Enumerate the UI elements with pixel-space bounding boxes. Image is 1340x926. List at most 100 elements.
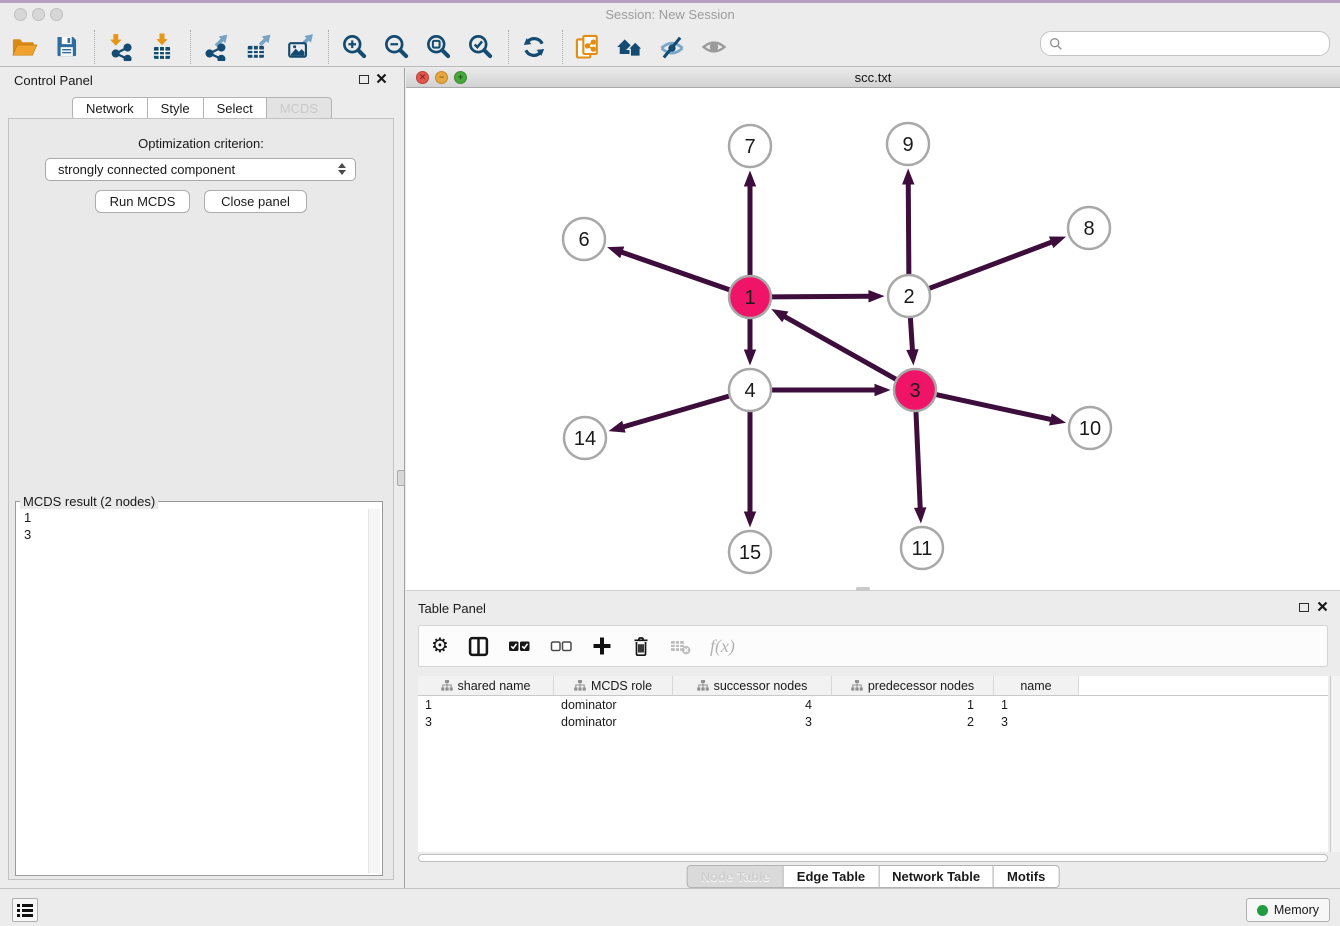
table-cell[interactable]: 1 bbox=[832, 698, 994, 712]
column-header-shared-name[interactable]: shared name bbox=[418, 676, 554, 695]
table-vertical-scrollbar[interactable] bbox=[1330, 676, 1340, 852]
tab-style[interactable]: Style bbox=[147, 97, 204, 120]
close-window-button[interactable] bbox=[14, 8, 27, 21]
edge-3-1[interactable] bbox=[784, 316, 896, 379]
run-mcds-button[interactable]: Run MCDS bbox=[95, 190, 190, 213]
network-canvas[interactable]: 7 9 6 8 1 2 4 3 14 10 15 11 bbox=[406, 88, 1340, 591]
export-network-button[interactable] bbox=[200, 31, 232, 63]
table-options-gear-icon[interactable]: ⚙ bbox=[431, 636, 449, 656]
table-cell[interactable]: 3 bbox=[418, 715, 554, 729]
column-header-predecessor-nodes[interactable]: predecessor nodes bbox=[832, 676, 994, 695]
result-scrollbar[interactable] bbox=[368, 509, 380, 873]
tab-network-table[interactable]: Network Table bbox=[878, 865, 994, 888]
show-column-panel-icon[interactable] bbox=[468, 636, 489, 657]
home-network-button[interactable] bbox=[614, 31, 646, 63]
select-all-checkboxes-icon[interactable] bbox=[508, 638, 531, 654]
table-cell[interactable]: 4 bbox=[673, 698, 832, 712]
graph-node-10[interactable]: 10 bbox=[1069, 407, 1111, 449]
edge-1-2[interactable] bbox=[771, 296, 869, 297]
table-horizontal-scrollbar[interactable] bbox=[418, 854, 1328, 862]
duplicate-network-button[interactable] bbox=[572, 31, 604, 63]
zoom-window-button[interactable] bbox=[50, 8, 63, 21]
column-header-mcds-role[interactable]: MCDS role bbox=[554, 676, 673, 695]
minimize-window-button[interactable] bbox=[32, 8, 45, 21]
show-panel-button[interactable] bbox=[698, 31, 730, 63]
mcds-result-line: 3 bbox=[16, 526, 382, 543]
add-column-icon[interactable] bbox=[592, 636, 612, 656]
graph-node-14[interactable]: 14 bbox=[564, 417, 606, 459]
graph-node-8[interactable]: 8 bbox=[1068, 207, 1110, 249]
criterion-value: strongly connected component bbox=[58, 162, 235, 177]
task-history-button[interactable] bbox=[12, 898, 38, 922]
minimize-network-button[interactable]: − bbox=[435, 71, 448, 84]
tab-motifs[interactable]: Motifs bbox=[993, 865, 1059, 888]
close-panel-icon[interactable] bbox=[376, 73, 387, 84]
edge-3-11[interactable] bbox=[916, 411, 920, 508]
memory-button[interactable]: Memory bbox=[1246, 898, 1330, 922]
delete-table-icon[interactable] bbox=[670, 638, 691, 655]
table-cell[interactable]: dominator bbox=[554, 698, 673, 712]
zoom-in-button[interactable] bbox=[338, 31, 370, 63]
edge-4-14[interactable] bbox=[623, 396, 729, 427]
table-cell[interactable]: 1 bbox=[994, 698, 1079, 712]
table-cell[interactable]: dominator bbox=[554, 715, 673, 729]
graph-node-6[interactable]: 6 bbox=[563, 218, 605, 260]
open-session-button[interactable] bbox=[8, 31, 40, 63]
table-row[interactable]: 3dominator323 bbox=[418, 713, 1328, 730]
network-window-titlebar[interactable]: ✕ − + scc.txt bbox=[406, 68, 1340, 88]
export-table-button[interactable] bbox=[242, 31, 274, 63]
edge-3-10[interactable] bbox=[936, 395, 1051, 420]
edge-2-8[interactable] bbox=[929, 242, 1052, 288]
canvas-resize-grip[interactable] bbox=[856, 587, 870, 591]
mcds-result-textarea[interactable]: 13 bbox=[16, 509, 382, 875]
column-header-name[interactable]: name bbox=[994, 676, 1079, 695]
tab-node-table[interactable]: Node Table bbox=[687, 865, 784, 888]
table-cell[interactable]: 1 bbox=[418, 698, 554, 712]
graph-node-1[interactable]: 1 bbox=[729, 276, 771, 318]
graph-node-4[interactable]: 4 bbox=[729, 369, 771, 411]
refresh-layout-button[interactable] bbox=[518, 31, 550, 63]
table-cell[interactable]: 2 bbox=[832, 715, 994, 729]
hide-panel-button[interactable] bbox=[656, 31, 688, 63]
graph-node-9[interactable]: 9 bbox=[887, 123, 929, 165]
column-header-successor-nodes[interactable]: successor nodes bbox=[673, 676, 832, 695]
edge-2-9[interactable] bbox=[908, 183, 909, 274]
splitter-handle[interactable] bbox=[397, 470, 405, 486]
save-session-button[interactable] bbox=[50, 31, 82, 63]
maximize-network-button[interactable]: + bbox=[454, 71, 467, 84]
node-label: 3 bbox=[909, 380, 920, 402]
graph-node-3[interactable]: 3 bbox=[894, 369, 936, 411]
export-image-button[interactable] bbox=[284, 31, 316, 63]
node-label: 4 bbox=[744, 380, 755, 402]
delete-column-trash-icon[interactable] bbox=[631, 635, 651, 657]
tab-mcds[interactable]: MCDS bbox=[266, 97, 332, 120]
table-cell[interactable]: 3 bbox=[994, 715, 1079, 729]
search-input[interactable] bbox=[1067, 33, 1329, 55]
graph-node-11[interactable]: 11 bbox=[901, 527, 943, 569]
criterion-select[interactable]: strongly connected component bbox=[45, 158, 356, 181]
graph-node-2[interactable]: 2 bbox=[888, 275, 930, 317]
zoom-fit-button[interactable] bbox=[422, 31, 454, 63]
close-panel-button[interactable]: Close panel bbox=[204, 190, 307, 213]
tab-network[interactable]: Network bbox=[72, 97, 148, 120]
edge-2-3[interactable] bbox=[910, 317, 912, 350]
edge-1-6[interactable] bbox=[621, 252, 729, 290]
float-panel-icon[interactable] bbox=[359, 75, 369, 84]
node-label: 15 bbox=[739, 542, 761, 564]
zoom-out-button[interactable] bbox=[380, 31, 412, 63]
zoom-selected-button[interactable] bbox=[464, 31, 496, 63]
tab-select[interactable]: Select bbox=[203, 97, 267, 120]
close-network-button[interactable]: ✕ bbox=[416, 71, 429, 84]
function-builder-icon[interactable]: f(x) bbox=[710, 636, 735, 657]
table-row[interactable]: 1dominator411 bbox=[418, 696, 1328, 713]
close-table-panel-icon[interactable] bbox=[1317, 601, 1328, 612]
table-cell[interactable]: 3 bbox=[673, 715, 832, 729]
graph-node-15[interactable]: 15 bbox=[729, 531, 771, 573]
tab-edge-table[interactable]: Edge Table bbox=[783, 865, 879, 888]
unselect-all-checkboxes-icon[interactable] bbox=[550, 638, 573, 654]
node-label: 14 bbox=[574, 428, 596, 450]
import-table-button[interactable] bbox=[146, 31, 178, 63]
import-network-button[interactable] bbox=[104, 31, 136, 63]
float-table-panel-icon[interactable] bbox=[1299, 603, 1309, 612]
graph-node-7[interactable]: 7 bbox=[729, 125, 771, 167]
